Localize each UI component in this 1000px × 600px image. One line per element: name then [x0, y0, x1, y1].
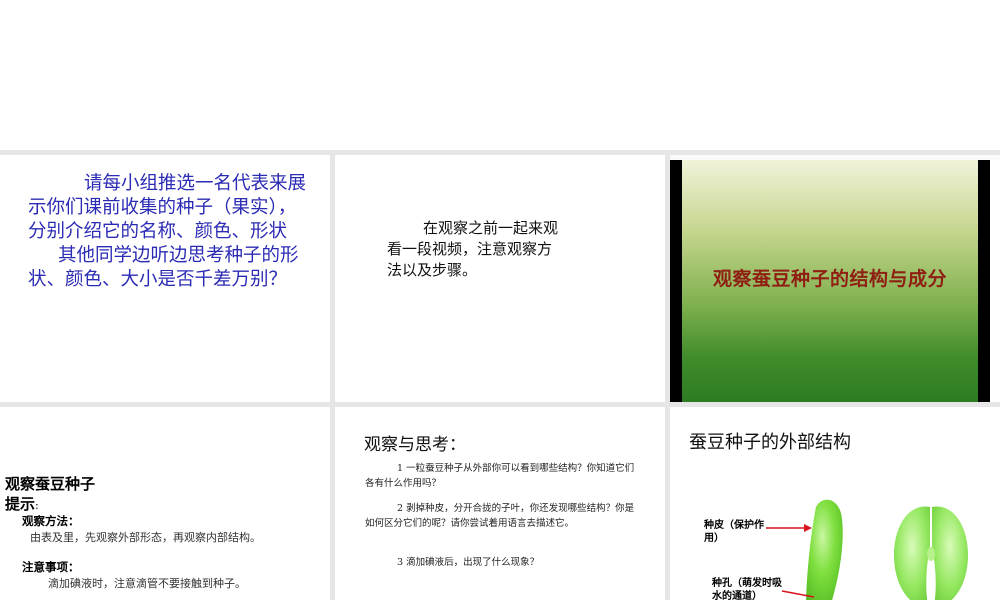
slide-1-body: 请每小组推选一名代表来展示你们课前收集的种子（果实），分别介绍它的名称、颜色、形…: [28, 172, 313, 292]
slide-edge: [990, 160, 1000, 402]
video-frame: 观察蚕豆种子的结构与成分: [682, 160, 978, 402]
method-label: 观察方法：: [22, 514, 80, 528]
slide-1-paragraph-2: 其他同学边听边思考种子的形状、颜色、大小是否千差万别？: [28, 245, 299, 290]
slide-thumbnail-4[interactable]: 观察蚕豆种子 提示: 观察方法： 由表及里，先观察外部形态，再观察内部结构。 注…: [0, 407, 330, 600]
notes-label: 注意事项：: [22, 560, 80, 574]
video-title: 观察蚕豆种子的结构与成分: [712, 268, 947, 290]
hint-colon: :: [35, 499, 39, 512]
whole-seed-shape: [806, 499, 843, 600]
slide-thumbnail-1[interactable]: 请每小组推选一名代表来展示你们课前收集的种子（果实），分别介绍它的名称、颜色、形…: [0, 155, 330, 402]
slide-4-title: 观察蚕豆种子: [5, 475, 96, 493]
opened-seed-left: [894, 506, 930, 600]
slide-thumbnail-3[interactable]: 观察蚕豆种子的结构与成分: [670, 155, 1000, 402]
slide-thumbnail-5[interactable]: 观察与思考： 1 一粒蚕豆种子从外部你可以看到哪些结构？你知道它们各有什么作用吗…: [335, 407, 665, 600]
question-2-text: 2 剥掉种皮，分开合拢的子叶，你还发现哪些结构？你是如何区分它们的呢？请你尝试着…: [365, 503, 635, 529]
question-2: 2 剥掉种皮，分开合拢的子叶，你还发现哪些结构？你是如何区分它们的呢？请你尝试着…: [365, 501, 635, 531]
slide-1-paragraph-1: 请每小组推选一名代表来展示你们课前收集的种子（果实），分别介绍它的名称、颜色、形…: [28, 173, 307, 242]
seed-illustration: [766, 499, 968, 600]
slide-4-hint: 提示:: [5, 493, 39, 514]
slide-5-title: 观察与思考：: [364, 435, 466, 455]
slide-2-paragraph: 在观察之前一起来观看一段视频，注意观察方法以及步骤。: [387, 219, 559, 279]
hint-label: 提示: [5, 495, 36, 513]
slide-2-body: 在观察之前一起来观看一段视频，注意观察方法以及步骤。: [387, 218, 562, 281]
slide-thumbnail-6[interactable]: 蚕豆种子的外部结构 种皮（保护作用） 种孔（萌发时吸水的通道）: [670, 407, 1000, 600]
opened-seed-right: [932, 506, 968, 600]
hilum-label: 种孔（萌发时吸水的通道）: [712, 578, 782, 600]
notes-text: 滴加碘液时，注意滴管不要接触到种子。: [48, 577, 246, 590]
question-3: 3 滴加碘液后，出现了什么现象？: [365, 555, 635, 570]
question-1: 1 一粒蚕豆种子从外部你可以看到哪些结构？你知道它们各有什么作用吗？: [365, 461, 635, 491]
embryo-shape: [927, 547, 935, 561]
top-blank-band: [0, 0, 1000, 150]
video-player[interactable]: 观察蚕豆种子的结构与成分: [670, 160, 990, 402]
question-1-text: 1 一粒蚕豆种子从外部你可以看到哪些结构？你知道它们各有什么作用吗？: [365, 463, 635, 489]
seed-coat-label: 种皮（保护作用）: [704, 520, 764, 544]
question-3-text: 3 滴加碘液后，出现了什么现象？: [397, 557, 540, 568]
slide-thumbnail-2[interactable]: 在观察之前一起来观看一段视频，注意观察方法以及步骤。: [335, 155, 665, 402]
method-text: 由表及里，先观察外部形态，再观察内部结构。: [30, 531, 261, 544]
seed-coat-arrowhead: [804, 524, 812, 532]
